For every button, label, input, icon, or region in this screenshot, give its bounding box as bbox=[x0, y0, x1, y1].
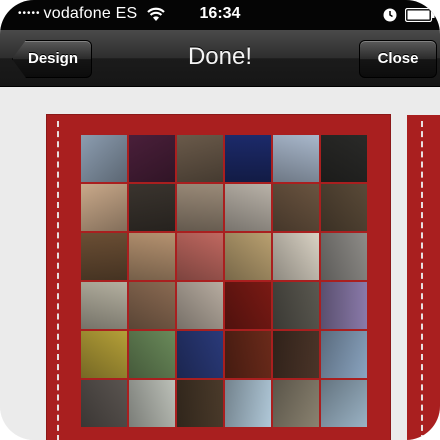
collage-photo[interactable] bbox=[81, 282, 127, 329]
alarm-icon bbox=[383, 8, 397, 22]
collage-photo[interactable] bbox=[225, 233, 271, 280]
collage-photo[interactable] bbox=[177, 380, 223, 427]
collage-photo[interactable] bbox=[177, 184, 223, 231]
stitched-border bbox=[57, 121, 59, 440]
collage-photo[interactable] bbox=[129, 233, 175, 280]
collage-photo[interactable] bbox=[177, 331, 223, 378]
photo-collage-card[interactable] bbox=[47, 115, 390, 440]
collage-photo[interactable] bbox=[81, 184, 127, 231]
collage-photo[interactable] bbox=[177, 282, 223, 329]
collage-photo[interactable] bbox=[129, 184, 175, 231]
collage-photo[interactable] bbox=[81, 233, 127, 280]
collage-photo[interactable] bbox=[321, 135, 367, 182]
collage-photo[interactable] bbox=[321, 380, 367, 427]
collage-photo[interactable] bbox=[225, 135, 271, 182]
collage-photo[interactable] bbox=[129, 282, 175, 329]
collage-photo[interactable] bbox=[321, 282, 367, 329]
collage-photo[interactable] bbox=[129, 135, 175, 182]
stitched-border bbox=[421, 121, 423, 440]
collage-photo[interactable] bbox=[273, 331, 319, 378]
photo-grid bbox=[81, 135, 369, 435]
collage-photo[interactable] bbox=[273, 184, 319, 231]
collage-scroll-area[interactable] bbox=[0, 87, 440, 440]
collage-photo[interactable] bbox=[81, 380, 127, 427]
clock: 16:34 bbox=[199, 5, 241, 22]
phone-screen: ••••• vodafone ES 16:34 Design Done! Clos… bbox=[0, 0, 440, 440]
collage-photo[interactable] bbox=[177, 135, 223, 182]
battery-icon bbox=[405, 8, 435, 22]
collage-photo[interactable] bbox=[225, 282, 271, 329]
collage-photo[interactable] bbox=[177, 233, 223, 280]
close-button[interactable]: Close bbox=[359, 40, 437, 78]
collage-photo[interactable] bbox=[225, 331, 271, 378]
collage-photo[interactable] bbox=[273, 233, 319, 280]
collage-photo[interactable] bbox=[129, 380, 175, 427]
status-bar: ••••• vodafone ES 16:34 bbox=[0, 0, 440, 30]
collage-photo[interactable] bbox=[81, 331, 127, 378]
collage-photo[interactable] bbox=[273, 135, 319, 182]
collage-photo[interactable] bbox=[321, 233, 367, 280]
navigation-bar: Design Done! Close bbox=[0, 30, 440, 87]
collage-photo[interactable] bbox=[273, 282, 319, 329]
collage-photo[interactable] bbox=[81, 135, 127, 182]
next-collage-card[interactable] bbox=[407, 115, 440, 440]
collage-photo[interactable] bbox=[321, 331, 367, 378]
collage-photo[interactable] bbox=[129, 331, 175, 378]
collage-photo[interactable] bbox=[321, 184, 367, 231]
collage-photo[interactable] bbox=[273, 380, 319, 427]
collage-photo[interactable] bbox=[225, 184, 271, 231]
collage-photo[interactable] bbox=[225, 380, 271, 427]
